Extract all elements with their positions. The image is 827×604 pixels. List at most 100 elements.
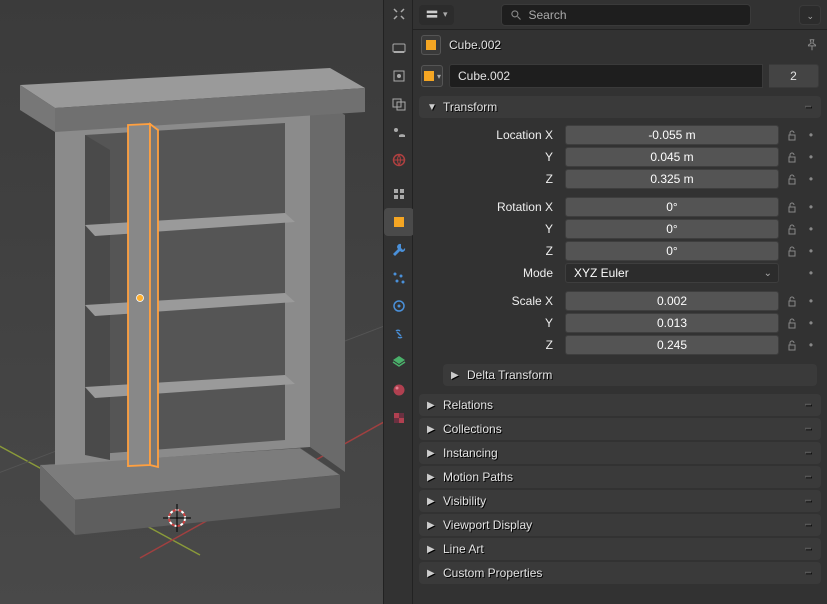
- lock-icon[interactable]: [783, 314, 801, 332]
- tab-world[interactable]: [384, 146, 414, 174]
- label-location-y: Y: [423, 150, 561, 164]
- label-mode: Mode: [423, 266, 561, 280]
- field-rotation-mode[interactable]: XYZ Euler⌄: [565, 263, 779, 283]
- panel-title-custom-properties: Custom Properties: [443, 566, 542, 580]
- lock-icon[interactable]: [783, 292, 801, 310]
- tab-render[interactable]: [384, 34, 414, 62]
- panel-title-delta-transform: Delta Transform: [467, 368, 552, 382]
- user-count[interactable]: 2: [769, 64, 819, 88]
- panel-header-custom-properties[interactable]: ▶ Custom Properties ┅: [419, 562, 821, 584]
- panel-title-relations: Relations: [443, 398, 493, 412]
- lock-icon[interactable]: [783, 336, 801, 354]
- animate-dot[interactable]: •: [805, 244, 817, 258]
- editor-type-selector[interactable]: ▾: [419, 5, 454, 25]
- tab-constraints[interactable]: [384, 320, 414, 348]
- search-input[interactable]: Search: [501, 4, 751, 26]
- field-location-z[interactable]: 0.325 m: [565, 169, 779, 189]
- tab-scene[interactable]: [384, 118, 414, 146]
- tab-tool[interactable]: [384, 0, 414, 28]
- animate-dot[interactable]: •: [805, 338, 817, 352]
- datablock-name-field[interactable]: Cube.002: [449, 64, 763, 88]
- animate-dot[interactable]: •: [805, 266, 817, 280]
- tab-texture[interactable]: [384, 404, 414, 432]
- chevron-right-icon: ▶: [451, 370, 461, 381]
- panel-header-viewport-display[interactable]: ▶ Viewport Display ┅: [419, 514, 821, 536]
- field-scale-y[interactable]: 0.013: [565, 313, 779, 333]
- panel-title-transform: Transform: [443, 100, 497, 114]
- label-rotation-x: Rotation X: [423, 200, 561, 214]
- pin-icon[interactable]: [805, 38, 819, 52]
- tab-data[interactable]: [384, 348, 414, 376]
- animate-dot[interactable]: •: [805, 172, 817, 186]
- animate-dot[interactable]: •: [805, 294, 817, 308]
- field-rotation-x[interactable]: 0°: [565, 197, 779, 217]
- search-placeholder: Search: [528, 8, 566, 22]
- label-location-z: Z: [423, 172, 561, 186]
- panel-menu-icon[interactable]: ┅: [805, 448, 813, 459]
- panel-title-viewport-display: Viewport Display: [443, 518, 532, 532]
- panel-header-line-art[interactable]: ▶ Line Art ┅: [419, 538, 821, 560]
- options-dropdown[interactable]: ⌄: [799, 5, 821, 25]
- label-location-x: Location X: [423, 128, 561, 142]
- field-scale-z[interactable]: 0.245: [565, 335, 779, 355]
- panel-menu-icon[interactable]: ┅: [805, 102, 813, 113]
- panel-header-instancing[interactable]: ▶Instancing┅: [419, 442, 821, 464]
- viewport-3d[interactable]: [0, 0, 383, 604]
- panel-menu-icon[interactable]: ┅: [805, 400, 813, 411]
- tab-object[interactable]: [384, 208, 414, 236]
- panel-title-collections: Collections: [443, 422, 502, 436]
- animate-dot[interactable]: •: [805, 316, 817, 330]
- panel-menu-icon[interactable]: ┅: [805, 544, 813, 555]
- tab-modifiers[interactable]: [384, 236, 414, 264]
- object-icon: [421, 35, 441, 55]
- panel-header-collections[interactable]: ▶Collections┅: [419, 418, 821, 440]
- lock-icon[interactable]: [783, 220, 801, 238]
- lock-icon[interactable]: [783, 148, 801, 166]
- chevron-right-icon: ▶: [427, 568, 437, 579]
- field-location-x[interactable]: -0.055 m: [565, 125, 779, 145]
- tab-collection[interactable]: [384, 180, 414, 208]
- lock-icon[interactable]: [783, 170, 801, 188]
- panel-menu-icon[interactable]: ┅: [805, 568, 813, 579]
- tab-physics[interactable]: [384, 292, 414, 320]
- panel-menu-icon[interactable]: ┅: [805, 496, 813, 507]
- animate-dot[interactable]: •: [805, 222, 817, 236]
- tab-output[interactable]: [384, 62, 414, 90]
- lock-icon[interactable]: [783, 198, 801, 216]
- panel-menu-icon[interactable]: ┅: [805, 520, 813, 531]
- lock-icon[interactable]: [783, 126, 801, 144]
- properties-tabstrip: [383, 0, 413, 604]
- panel-title-instancing: Instancing: [443, 446, 498, 460]
- panel-header-motion-paths[interactable]: ▶Motion Paths┅: [419, 466, 821, 488]
- field-scale-x[interactable]: 0.002: [565, 291, 779, 311]
- panel-menu-icon[interactable]: ┅: [805, 472, 813, 483]
- chevron-right-icon: ▶: [427, 472, 437, 483]
- tab-particles[interactable]: [384, 264, 414, 292]
- chevron-right-icon: ▶: [427, 520, 437, 531]
- datablock-selector[interactable]: ▾: [421, 65, 443, 87]
- search-icon: [510, 9, 522, 21]
- panel-header-delta-transform[interactable]: ▶ Delta Transform: [443, 364, 817, 386]
- label-scale-x: Scale X: [423, 294, 561, 308]
- animate-dot[interactable]: •: [805, 128, 817, 142]
- panel-menu-icon[interactable]: ┅: [805, 424, 813, 435]
- field-rotation-y[interactable]: 0°: [565, 219, 779, 239]
- panel-title-line-art: Line Art: [443, 542, 484, 556]
- panel-header-relations[interactable]: ▶ Relations ┅: [419, 394, 821, 416]
- chevron-right-icon: ▶: [427, 400, 437, 411]
- chevron-right-icon: ▶: [427, 496, 437, 507]
- panel-title-visibility: Visibility: [443, 494, 486, 508]
- lock-icon[interactable]: [783, 242, 801, 260]
- panel-header-visibility[interactable]: ▶ Visibility ┅: [419, 490, 821, 512]
- label-scale-y: Y: [423, 316, 561, 330]
- chevron-down-icon: ▼: [427, 102, 437, 113]
- panel-header-transform[interactable]: ▼ Transform ┅: [419, 96, 821, 118]
- tab-material[interactable]: [384, 376, 414, 404]
- label-rotation-y: Y: [423, 222, 561, 236]
- tab-viewlayer[interactable]: [384, 90, 414, 118]
- animate-dot[interactable]: •: [805, 150, 817, 164]
- chevron-right-icon: ▶: [427, 544, 437, 555]
- field-rotation-z[interactable]: 0°: [565, 241, 779, 261]
- field-location-y[interactable]: 0.045 m: [565, 147, 779, 167]
- animate-dot[interactable]: •: [805, 200, 817, 214]
